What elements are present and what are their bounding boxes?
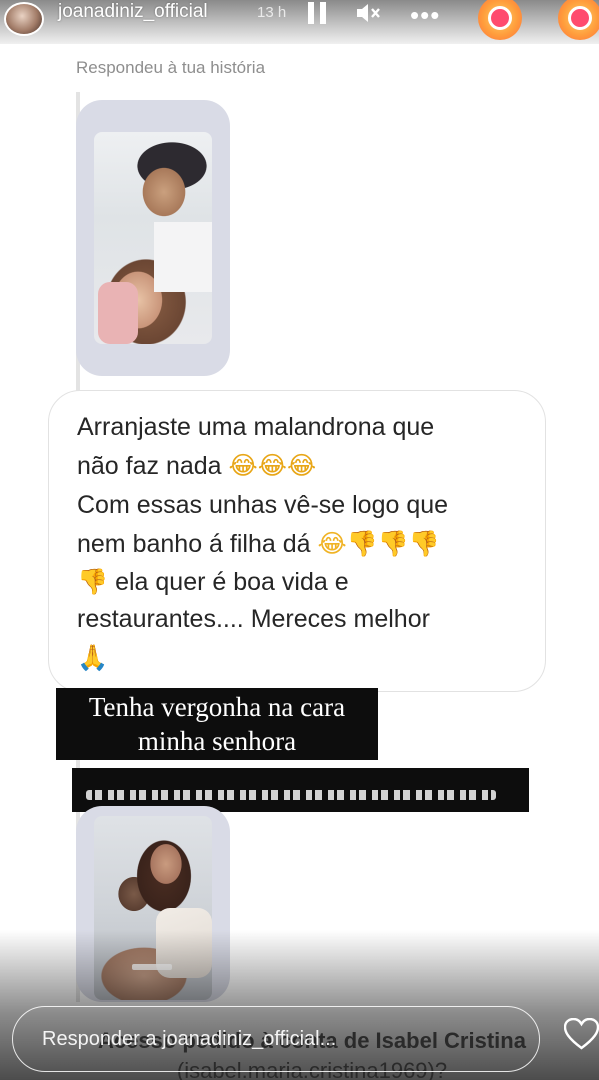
mute-icon[interactable] bbox=[355, 2, 381, 24]
avatar[interactable] bbox=[4, 2, 44, 36]
message-text: ela quer é boa vida e bbox=[115, 568, 349, 596]
message-text: nem banho á filha dá bbox=[77, 530, 311, 558]
message-line: 🙏 bbox=[77, 643, 108, 673]
story-sticker-icon[interactable] bbox=[558, 0, 599, 40]
story-text-line: Tenha vergonha na cara bbox=[88, 692, 346, 722]
story-text-line: minha senhora bbox=[137, 726, 297, 756]
message-bubble[interactable]: Arranjaste uma malandrona que não faz na… bbox=[48, 390, 546, 692]
story-thumbnail[interactable] bbox=[76, 100, 230, 376]
story-photo bbox=[94, 132, 212, 344]
reply-placeholder: Responder a joanadiniz_official... bbox=[42, 1028, 337, 1050]
message-line: 👎 ela quer é boa vida e bbox=[77, 567, 349, 597]
thumbs-down-emoji-icon: 👎 bbox=[77, 567, 109, 596]
message-line: não faz nada 😂😂😂 bbox=[77, 451, 316, 481]
message-line: Arranjaste uma malandrona que bbox=[77, 413, 435, 441]
story-text-overlay: Tenha vergonha na cara minha senhora bbox=[56, 688, 378, 760]
message-line: Com essas unhas vê-se logo que bbox=[77, 491, 449, 519]
heart-icon[interactable] bbox=[564, 1018, 599, 1050]
reply-label: Respondeu à tua história bbox=[76, 58, 266, 77]
praying-hands-emoji-icon: 🙏 bbox=[77, 643, 109, 672]
story-time: 13 h bbox=[257, 4, 287, 21]
message-line: nem banho á filha dá 😂👎👎👎 bbox=[77, 529, 440, 559]
pause-icon[interactable] bbox=[306, 2, 328, 24]
message-text: não faz nada bbox=[77, 452, 222, 480]
message-line: restaurantes.... Mereces melhor bbox=[77, 605, 430, 633]
story-username[interactable]: joanadiniz_official bbox=[58, 1, 208, 23]
more-icon[interactable]: ••• bbox=[410, 0, 440, 31]
laughing-emoji-icon: 😂😂😂 bbox=[228, 451, 317, 480]
thumbs-down-emoji-icon: 😂👎👎👎 bbox=[317, 529, 441, 558]
